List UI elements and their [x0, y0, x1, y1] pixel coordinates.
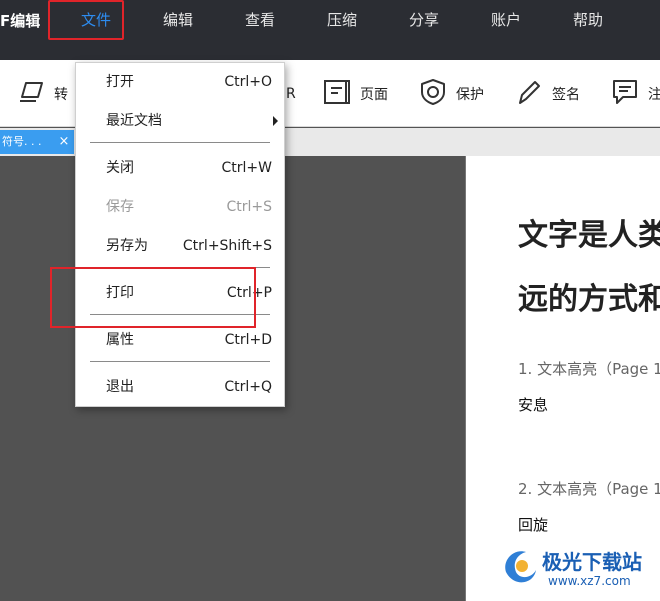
- menu-help[interactable]: 帮助: [558, 0, 618, 40]
- shield-icon: [418, 77, 456, 111]
- convert-icon: [16, 77, 54, 111]
- watermark-swirl-icon: [505, 551, 536, 583]
- convert-tool[interactable]: 转: [16, 78, 68, 110]
- menu-item-close[interactable]: 关闭 Ctrl+W: [76, 156, 284, 180]
- protect-label: 保护: [456, 87, 484, 103]
- annotation-note-title: 1. 文本高亮（Page 1: [518, 360, 660, 378]
- menu-item-save-as[interactable]: 另存为 Ctrl+Shift+S: [76, 234, 284, 258]
- menu-item-recent[interactable]: 最近文档: [76, 109, 284, 133]
- sign-label: 签名: [552, 87, 580, 103]
- protect-tool[interactable]: 保护: [418, 78, 484, 110]
- app-title: F编辑: [0, 12, 41, 30]
- menu-edit[interactable]: 编辑: [148, 0, 208, 40]
- annotation-note-body: 回旋: [518, 516, 549, 534]
- comment-icon: [610, 77, 648, 111]
- submenu-arrow-icon: [273, 116, 278, 126]
- comment-label: 注: [648, 87, 660, 103]
- annotation-note-body: 安息: [518, 396, 549, 414]
- annotation-note-title: 2. 文本高亮（Page 1: [518, 480, 660, 498]
- file-menu-annotation-box: [48, 0, 124, 40]
- page-label: 页面: [360, 87, 388, 103]
- print-annotation-box: [50, 267, 256, 328]
- pen-icon: [514, 77, 552, 111]
- menu-compress[interactable]: 压缩: [312, 0, 372, 40]
- document-tab[interactable]: 符号. . . ×: [0, 130, 74, 154]
- watermark-logo: 极光下载站 www.xz7.com: [498, 538, 660, 598]
- menu-share[interactable]: 分享: [394, 0, 454, 40]
- close-icon[interactable]: ×: [56, 130, 72, 154]
- menu-item-open[interactable]: 打开 Ctrl+O: [76, 70, 284, 94]
- page-heading-line2: 远的方式和: [518, 282, 660, 317]
- watermark-url: www.xz7.com: [548, 574, 631, 588]
- menu-separator: [90, 361, 270, 362]
- watermark-title: 极光下载站: [542, 550, 642, 574]
- page-icon: [322, 77, 360, 111]
- menu-view[interactable]: 查看: [230, 0, 290, 40]
- menu-item-save: 保存 Ctrl+S: [106, 199, 272, 215]
- sign-tool[interactable]: 签名: [514, 78, 580, 110]
- document-tab-label: 符号. . .: [2, 135, 42, 148]
- menu-separator: [90, 142, 270, 143]
- page-tool[interactable]: 页面: [322, 78, 388, 110]
- ocr-tool[interactable]: R: [286, 78, 296, 110]
- menu-bar: F编辑 文件 编辑 查看 压缩 分享 账户 帮助: [0, 0, 660, 60]
- menu-account[interactable]: 账户: [476, 0, 536, 40]
- ocr-label: R: [286, 86, 296, 102]
- file-dropdown-menu: 打开 Ctrl+O 最近文档 关闭 Ctrl+W 保存 Ctrl+S 另存为 C…: [75, 62, 285, 407]
- page-heading-line1: 文字是人类: [518, 218, 660, 253]
- menu-item-properties[interactable]: 属性 Ctrl+D: [76, 328, 284, 352]
- menu-item-exit[interactable]: 退出 Ctrl+Q: [76, 375, 284, 399]
- comment-tool[interactable]: 注: [610, 78, 660, 110]
- convert-label: 转: [54, 87, 68, 103]
- document-page: 文字是人类 远的方式和 1. 文本高亮（Page 1 安息 2. 文本高亮（Pa…: [465, 156, 660, 601]
